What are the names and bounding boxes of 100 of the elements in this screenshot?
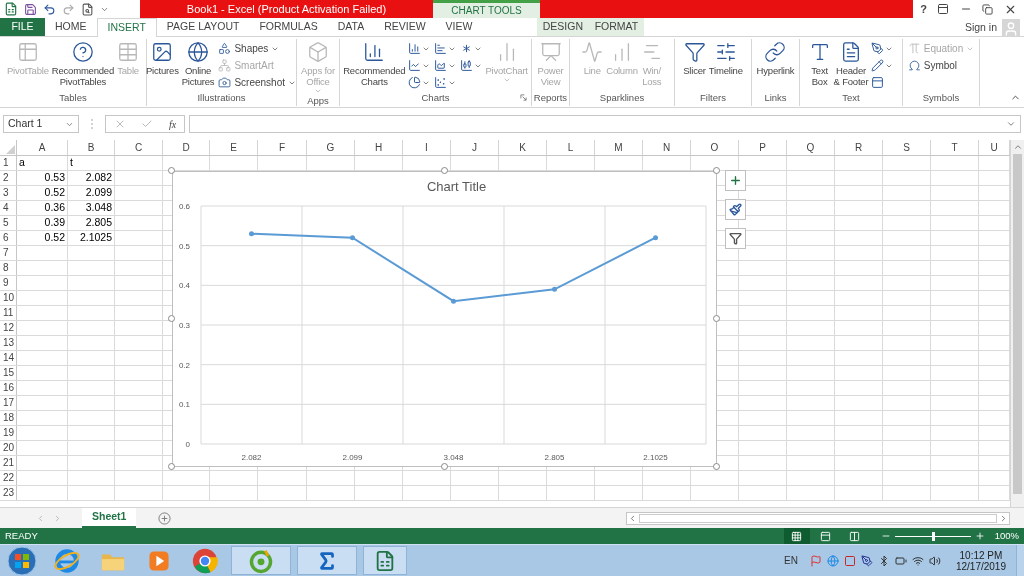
vertical-scrollbar[interactable] <box>1010 140 1024 507</box>
row-header[interactable]: 14 <box>0 351 17 365</box>
volume-icon[interactable] <box>928 554 941 567</box>
col-heading[interactable]: K <box>499 140 547 155</box>
ribbon-tab[interactable]: INSERT <box>96 18 157 37</box>
resize-handle[interactable] <box>168 463 175 470</box>
sign-in-link[interactable]: Sign in <box>964 19 997 36</box>
help-button[interactable]: ? <box>920 0 927 18</box>
col-heading[interactable]: R <box>835 140 883 155</box>
windows-logo-icon[interactable] <box>7 545 37 576</box>
row-header[interactable]: 8 <box>0 261 17 275</box>
row-header[interactable]: 1 <box>0 156 17 170</box>
row-header[interactable]: 2 <box>0 171 17 185</box>
ribbon-tab[interactable]: DESIGN <box>538 18 588 36</box>
row-header[interactable]: 10 <box>0 291 17 305</box>
view-button[interactable] <box>783 528 810 544</box>
ribbon-button[interactable]: Text Box <box>807 40 832 87</box>
row-header[interactable]: 3 <box>0 186 17 200</box>
ribbon-button[interactable]: Screenshot <box>216 74 298 91</box>
resize-handle[interactable] <box>168 167 175 174</box>
taskbar-button[interactable] <box>231 546 291 575</box>
col-heading[interactable]: M <box>595 140 643 155</box>
row-header[interactable]: 16 <box>0 381 17 395</box>
restore-icon[interactable] <box>982 3 994 15</box>
chart-area[interactable]: Chart Title 0 0.1 0.2 0.3 0.4 0.5 0.6 2.082 2.099 3.048 2.805 2.1025 <box>172 171 717 467</box>
ribbon-tab[interactable]: DATA <box>327 18 375 36</box>
ribbon-button[interactable]: Slicer <box>682 40 707 76</box>
col-heading[interactable]: E <box>210 140 258 155</box>
col-heading[interactable]: C <box>115 140 163 155</box>
ribbon-button[interactable]: Timeline <box>707 40 744 76</box>
globe-icon[interactable] <box>826 554 839 567</box>
ribbon-tab[interactable]: PAGE LAYOUT <box>156 18 250 36</box>
col-heading[interactable]: G <box>307 140 355 155</box>
col-heading[interactable]: O <box>691 140 739 155</box>
row-header[interactable]: 20 <box>0 441 17 455</box>
col-heading[interactable]: D <box>163 140 210 155</box>
horizontal-scrollbar[interactable] <box>626 511 1010 525</box>
undo-icon[interactable] <box>43 2 56 16</box>
row-header[interactable]: 11 <box>0 306 17 320</box>
zoom-slider[interactable] <box>894 531 971 541</box>
row-header[interactable]: 15 <box>0 366 17 380</box>
chart-side-button[interactable] <box>725 199 746 220</box>
row-header[interactable]: 12 <box>0 321 17 335</box>
row-header[interactable]: 18 <box>0 411 17 425</box>
chart-side-button[interactable] <box>725 170 746 191</box>
zoom-in-icon[interactable] <box>974 531 985 541</box>
ribbon-tab[interactable]: FORMULAS <box>249 18 328 36</box>
col-heading[interactable]: H <box>355 140 403 155</box>
col-heading[interactable]: N <box>643 140 691 155</box>
spreadsheet-logo-icon[interactable] <box>4 2 18 16</box>
add-sheet-icon[interactable] <box>158 511 172 525</box>
ribbon-tab[interactable]: FORMAT <box>590 18 643 36</box>
row-header[interactable]: 9 <box>0 276 17 290</box>
ribbon-button[interactable]: Pictures <box>145 40 180 76</box>
row-header[interactable]: 23 <box>0 486 17 500</box>
drag-handle-icon[interactable] <box>91 119 93 129</box>
ribbon-tab[interactable]: REVIEW <box>374 18 436 36</box>
sheet-tab[interactable]: Sheet1 <box>82 508 137 528</box>
ribbon-tab[interactable]: HOME <box>45 18 97 36</box>
row-header[interactable]: 17 <box>0 396 17 410</box>
resize-handle[interactable] <box>168 315 175 322</box>
col-heading[interactable]: I <box>403 140 451 155</box>
slider-thumb[interactable] <box>931 531 935 541</box>
battery-icon[interactable] <box>894 554 907 567</box>
flag-icon[interactable] <box>809 554 822 567</box>
row-header[interactable]: 4 <box>0 201 17 215</box>
ribbon-button[interactable]: Hyperlink <box>755 40 796 76</box>
pen-icon[interactable] <box>860 554 873 567</box>
row-header[interactable]: 7 <box>0 246 17 260</box>
row-header[interactable]: 21 <box>0 456 17 470</box>
ribbon-button[interactable]: Recommended PivotTables <box>50 40 116 87</box>
circle-logo-icon[interactable] <box>191 546 219 575</box>
ribbon-tab[interactable]: FILE <box>0 18 45 36</box>
resize-handle[interactable] <box>713 463 720 470</box>
dialog-launcher-icon[interactable] <box>520 94 527 101</box>
resize-handle[interactable] <box>440 167 448 174</box>
taskbar-button[interactable] <box>297 546 357 575</box>
language-indicator[interactable]: EN <box>784 553 798 568</box>
formula-field[interactable] <box>189 115 1021 133</box>
print-preview-icon[interactable] <box>81 2 94 16</box>
expand-icon[interactable] <box>1006 119 1016 129</box>
resize-handle[interactable] <box>440 463 448 470</box>
col-heading[interactable]: S <box>883 140 931 155</box>
ribbon-display-icon[interactable] <box>937 3 950 15</box>
insert-function-button[interactable]: fx <box>169 116 177 132</box>
row-header[interactable]: 5 <box>0 216 17 230</box>
col-heading[interactable]: P <box>739 140 787 155</box>
col-heading[interactable]: A <box>17 140 68 155</box>
ribbon-button[interactable]: Online Pictures <box>180 40 216 87</box>
zoom-level[interactable]: 100% <box>994 528 1019 544</box>
ribbon-button[interactable]: Shapes <box>216 40 298 57</box>
square-icon[interactable] <box>843 554 856 567</box>
col-heading[interactable]: L <box>547 140 595 155</box>
ribbon-tab[interactable]: VIEW <box>435 18 483 36</box>
ribbon-button[interactable]: Recommended Charts <box>342 40 407 87</box>
col-heading[interactable]: Q <box>787 140 835 155</box>
row-header[interactable]: 19 <box>0 426 17 440</box>
resize-handle[interactable] <box>713 167 720 174</box>
ring-icon[interactable] <box>248 547 274 574</box>
ribbon-button[interactable]: Header & Footer <box>832 40 870 87</box>
